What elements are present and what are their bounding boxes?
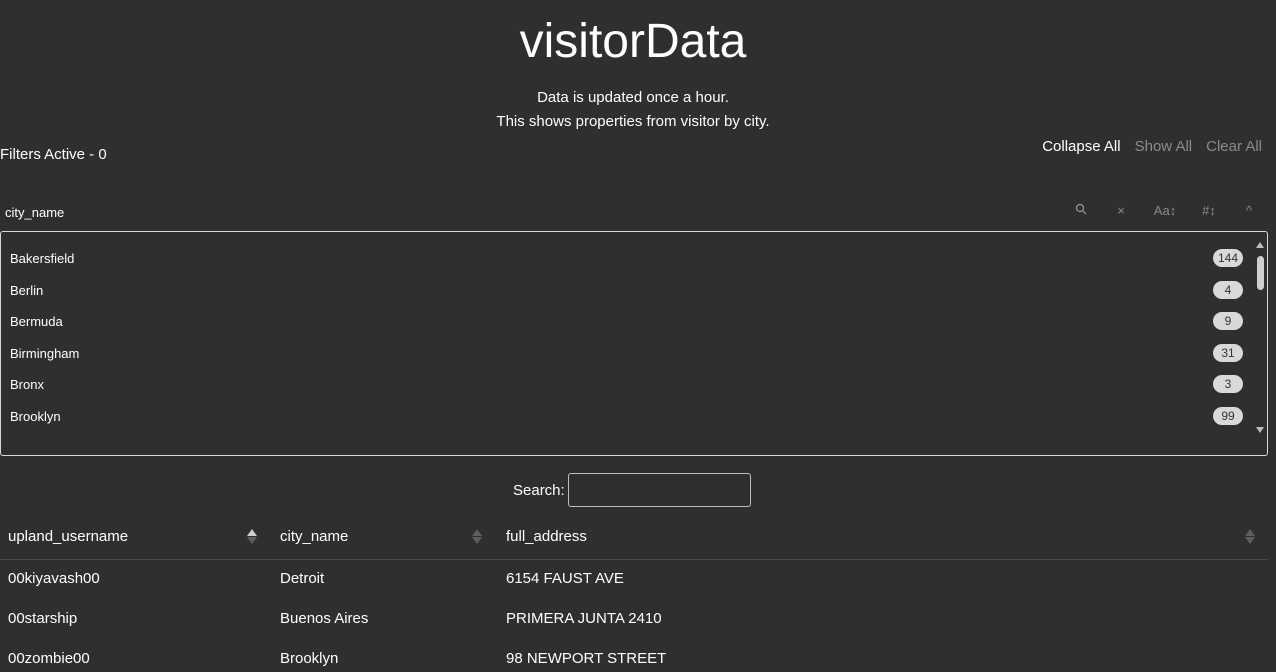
- sort-icon[interactable]: [472, 528, 482, 546]
- search-pane-tools: × Aa↕ #↕ ^: [1072, 203, 1258, 218]
- count-badge: 4: [1213, 280, 1243, 299]
- count-badge: 31: [1213, 343, 1243, 362]
- scroll-thumb[interactable]: [1257, 256, 1264, 290]
- sort-icon[interactable]: [247, 528, 257, 546]
- table-header: upland_username city_name full_address: [0, 516, 1268, 560]
- table-search-label: Search:: [513, 482, 565, 499]
- table-cell: 6154 FAUST AVE: [506, 570, 624, 587]
- list-item[interactable]: Bermuda 9: [1, 308, 1251, 338]
- filters-active-label: Filters Active - 0: [0, 146, 107, 163]
- table-cell: 00kiyavash00: [8, 570, 100, 587]
- clear-icon[interactable]: ×: [1112, 203, 1130, 218]
- show-all-button[interactable]: Show All: [1135, 138, 1193, 155]
- scroll-down-arrow-icon[interactable]: [1256, 427, 1264, 433]
- list-item[interactable]: Berlin 4: [1, 277, 1251, 307]
- table-cell: 00zombie00: [8, 650, 90, 667]
- list-item-city: Brooklyn: [10, 409, 61, 424]
- list-item-city: Bronx: [10, 377, 44, 393]
- subtitle-line-1: Data is updated once a hour.: [537, 89, 729, 106]
- page-title: visitorData: [519, 15, 747, 68]
- count-badge: 3: [1213, 375, 1243, 394]
- sort-icon[interactable]: [1245, 528, 1255, 546]
- table-cell: Detroit: [280, 570, 325, 587]
- column-header-city-name[interactable]: city_name: [280, 528, 348, 545]
- list-item[interactable]: Bakersfield 144: [1, 245, 1251, 275]
- table-cell: PRIMERA JUNTA 2410: [506, 610, 662, 627]
- sort-alpha-icon[interactable]: Aa↕: [1152, 203, 1178, 218]
- pane-actions: Collapse All Show All Clear All: [1042, 138, 1262, 155]
- table-row[interactable]: 00starship Buenos Aires PRIMERA JUNTA 2410: [0, 600, 1268, 640]
- search-pane-title: city_name: [5, 205, 65, 220]
- table-cell: 00starship: [8, 610, 78, 627]
- column-header-upland-username[interactable]: upland_username: [8, 528, 128, 545]
- search-icon[interactable]: [1072, 203, 1090, 218]
- list-item[interactable]: Brooklyn 99: [1, 403, 1251, 433]
- table-cell: 98 NEWPORT STREET: [506, 650, 667, 667]
- sort-count-icon[interactable]: #↕: [1200, 203, 1218, 218]
- subtitle-line-2: This shows properties from visitor by ci…: [496, 113, 770, 130]
- collapse-icon[interactable]: ^: [1240, 203, 1258, 218]
- table-cell: Brooklyn: [280, 650, 339, 667]
- clear-all-button[interactable]: Clear All: [1206, 138, 1262, 155]
- count-badge: 144: [1213, 249, 1243, 267]
- collapse-all-button[interactable]: Collapse All: [1042, 138, 1120, 155]
- scroll-up-arrow-icon[interactable]: [1256, 242, 1264, 248]
- column-header-full-address[interactable]: full_address: [506, 528, 587, 545]
- scrollbar[interactable]: [1253, 232, 1267, 455]
- table-row[interactable]: 00kiyavash00 Detroit 6154 FAUST AVE: [0, 560, 1268, 600]
- page: visitorData Data is updated once a hour.…: [0, 0, 1276, 672]
- table-row[interactable]: 00zombie00 Brooklyn 98 NEWPORT STREET: [0, 640, 1268, 672]
- search-pane-list[interactable]: Bakersfield 144 Berlin 4 Bermuda 9 Birmingham 3…: [0, 231, 1268, 456]
- list-item-city: Birmingham: [10, 345, 80, 361]
- count-badge: 99: [1213, 407, 1243, 425]
- search-pane-header: city_name × Aa↕ #↕ ^: [0, 200, 1268, 228]
- table-cell: Buenos Aires: [280, 610, 369, 627]
- list-item-city: Bermuda: [10, 314, 63, 330]
- list-item[interactable]: Birmingham 31: [1, 340, 1251, 370]
- page-subtitle: Data is updated once a hour. This shows …: [0, 86, 1266, 134]
- list-item-city: Berlin: [10, 282, 44, 298]
- count-badge: 9: [1213, 312, 1243, 331]
- list-item-city: Bakersfield: [10, 251, 75, 266]
- list-item[interactable]: Bronx 3: [1, 371, 1251, 401]
- table-search-input[interactable]: [568, 473, 751, 507]
